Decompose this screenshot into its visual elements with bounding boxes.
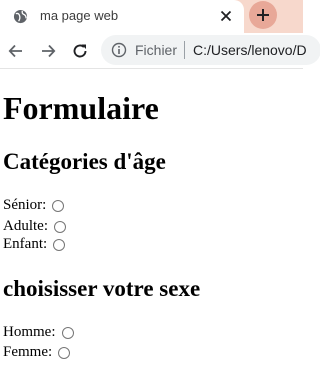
arrow-right-icon[interactable] [39, 42, 57, 60]
sex-section-heading: choisisser votre sexe [3, 276, 201, 301]
radio-femme[interactable] [58, 346, 71, 359]
radio-label-adulte: Adulte: [3, 218, 48, 234]
radio-row-senior: Sénior: [3, 197, 65, 214]
site-info-label[interactable]: Fichier [135, 42, 177, 58]
radio-homme[interactable] [61, 326, 74, 339]
radio-label-enfant: Enfant: [3, 236, 48, 252]
radio-label-senior: Sénior: [3, 197, 47, 213]
radio-label-homme: Homme: [3, 324, 56, 340]
tab-strip: ma page web [0, 0, 303, 33]
tab-title: ma page web [40, 8, 119, 23]
active-tab[interactable]: ma page web [0, 0, 244, 33]
radio-row-femme: Femme: [3, 344, 71, 361]
toolbar-divider [0, 68, 303, 69]
browser-toolbar: Fichier C:/Users/lenovo/D [0, 33, 320, 68]
globe-icon [13, 9, 28, 24]
plus-icon [257, 9, 269, 21]
page-title: Formulaire [3, 90, 159, 126]
radio-adulte[interactable] [54, 220, 66, 233]
address-separator [184, 41, 185, 59]
radio-row-homme: Homme: [3, 324, 74, 341]
radio-row-enfant: Enfant: [3, 236, 66, 253]
reload-icon[interactable] [71, 42, 89, 60]
new-tab-button[interactable] [249, 1, 277, 29]
radio-row-adulte: Adulte: [3, 218, 66, 235]
close-icon[interactable] [218, 8, 234, 24]
radio-senior[interactable] [52, 199, 65, 212]
age-section-heading: Catégories d'âge [3, 149, 166, 174]
radio-enfant[interactable] [53, 238, 66, 251]
radio-label-femme: Femme: [3, 344, 53, 360]
url-text[interactable]: C:/Users/lenovo/D [193, 42, 307, 58]
info-icon[interactable] [111, 42, 127, 58]
address-bar[interactable]: Fichier C:/Users/lenovo/D [101, 35, 320, 65]
arrow-left-icon[interactable] [7, 42, 25, 60]
